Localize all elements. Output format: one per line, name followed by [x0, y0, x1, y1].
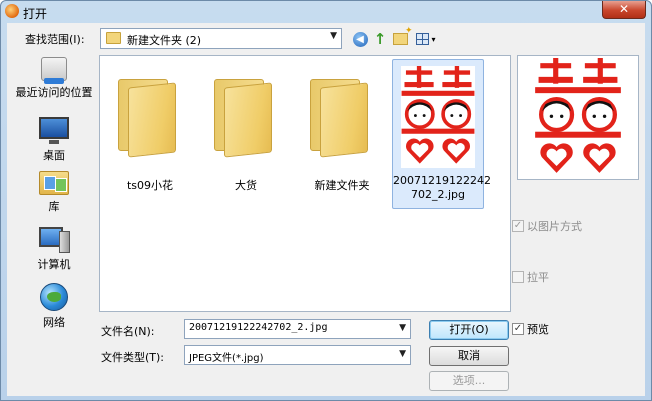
list-item[interactable]: 大货 [200, 61, 292, 209]
as-picture-label: 以图片方式 [527, 220, 582, 233]
list-item[interactable]: 新建文件夹 [296, 61, 388, 209]
network-icon [40, 283, 68, 311]
place-label: 最近访问的位置 [15, 86, 93, 99]
recent-places-icon [41, 57, 67, 84]
filename-input[interactable] [189, 322, 389, 333]
place-network[interactable]: 网络 [11, 283, 97, 330]
view-grid-icon [416, 33, 430, 45]
places-bar: 最近访问的位置 桌面 库 计算机 网络 [11, 55, 97, 329]
tile-label: 拉平 [527, 271, 549, 284]
app-icon [5, 4, 19, 18]
folder-icon [118, 79, 178, 158]
chevron-down-icon[interactable]: ▼ [330, 31, 337, 41]
desktop-icon [39, 117, 69, 144]
up-folder-button[interactable]: ↑ [371, 30, 389, 48]
checkmark-icon: ✓ [512, 323, 524, 335]
chevron-down-icon[interactable]: ▼ [399, 349, 406, 359]
lookin-value: 新建文件夹 (2) [127, 34, 202, 47]
place-label: 网络 [43, 316, 65, 329]
filetype-value: JPEG文件(*.jpg) [189, 353, 264, 364]
close-button[interactable]: ✕ [602, 1, 646, 19]
checkbox-icon [512, 271, 524, 283]
new-folder-button[interactable] [391, 26, 412, 48]
double-happiness-thumbnail [401, 66, 475, 168]
checkmark-icon: ✓ [512, 220, 524, 232]
folder-icon [214, 79, 274, 158]
place-recent[interactable]: 最近访问的位置 [11, 57, 97, 100]
computer-icon [39, 227, 70, 253]
file-name: 20071219122242 702_2.jpg [393, 174, 491, 201]
lookin-label: 查找范围(I): [25, 33, 85, 46]
title-bar: 打开 ✕ [1, 1, 651, 23]
as-picture-checkbox[interactable]: ✓ 以图片方式 [512, 218, 582, 234]
double-happiness-preview [535, 58, 621, 173]
file-name: 大货 [235, 179, 257, 192]
filetype-select[interactable]: JPEG文件(*.jpg) ▼ [184, 345, 411, 365]
file-list[interactable]: ts09小花 大货 新建文件夹 20071219122242 702_2.jpg [99, 55, 511, 312]
view-menu-button[interactable]: ▾ [413, 30, 439, 48]
dialog-body: 查找范围(I): 新建文件夹 (2) ▼ ◀ ↑ ▾ 最近访问的位置 [7, 23, 645, 396]
file-name: 新建文件夹 [314, 179, 370, 192]
open-button[interactable]: 打开(O) [429, 320, 509, 340]
preview-label: 预览 [527, 323, 549, 336]
file-name: ts09小花 [126, 179, 174, 192]
window-title: 打开 [23, 7, 48, 21]
open-dialog: 打开 ✕ 查找范围(I): 新建文件夹 (2) ▼ ◀ ↑ ▾ 最近访问的位置 [0, 0, 652, 401]
place-desktop[interactable]: 桌面 [11, 117, 97, 163]
list-item[interactable]: ts09小花 [104, 61, 196, 209]
filetype-label: 文件类型(T): [101, 351, 165, 364]
place-label: 桌面 [43, 149, 65, 162]
chevron-down-icon[interactable]: ▼ [399, 323, 406, 333]
place-libraries[interactable]: 库 [11, 171, 97, 214]
chevron-down-icon: ▾ [431, 34, 436, 44]
place-label: 库 [48, 200, 60, 213]
cancel-button[interactable]: 取消 [429, 346, 509, 366]
preview-pane [517, 55, 639, 180]
folder-icon [106, 32, 121, 44]
up-arrow-icon: ↑ [373, 30, 387, 48]
options-button[interactable]: 选项... [429, 371, 509, 391]
preview-checkbox[interactable]: ✓ 预览 [512, 321, 549, 337]
place-computer[interactable]: 计算机 [11, 227, 97, 272]
folder-icon [310, 79, 370, 158]
back-button[interactable]: ◀ [351, 30, 369, 48]
place-label: 计算机 [37, 258, 71, 271]
list-item-selected[interactable]: 20071219122242 702_2.jpg [392, 59, 491, 209]
filename-combo[interactable]: ▼ [184, 319, 411, 339]
new-folder-icon [392, 26, 412, 45]
tile-checkbox[interactable]: 拉平 [512, 269, 549, 285]
lookin-dropdown[interactable]: 新建文件夹 (2) ▼ [100, 28, 342, 49]
libraries-icon [39, 171, 69, 195]
filename-label: 文件名(N): [101, 325, 155, 338]
back-arrow-icon: ◀ [352, 31, 368, 47]
